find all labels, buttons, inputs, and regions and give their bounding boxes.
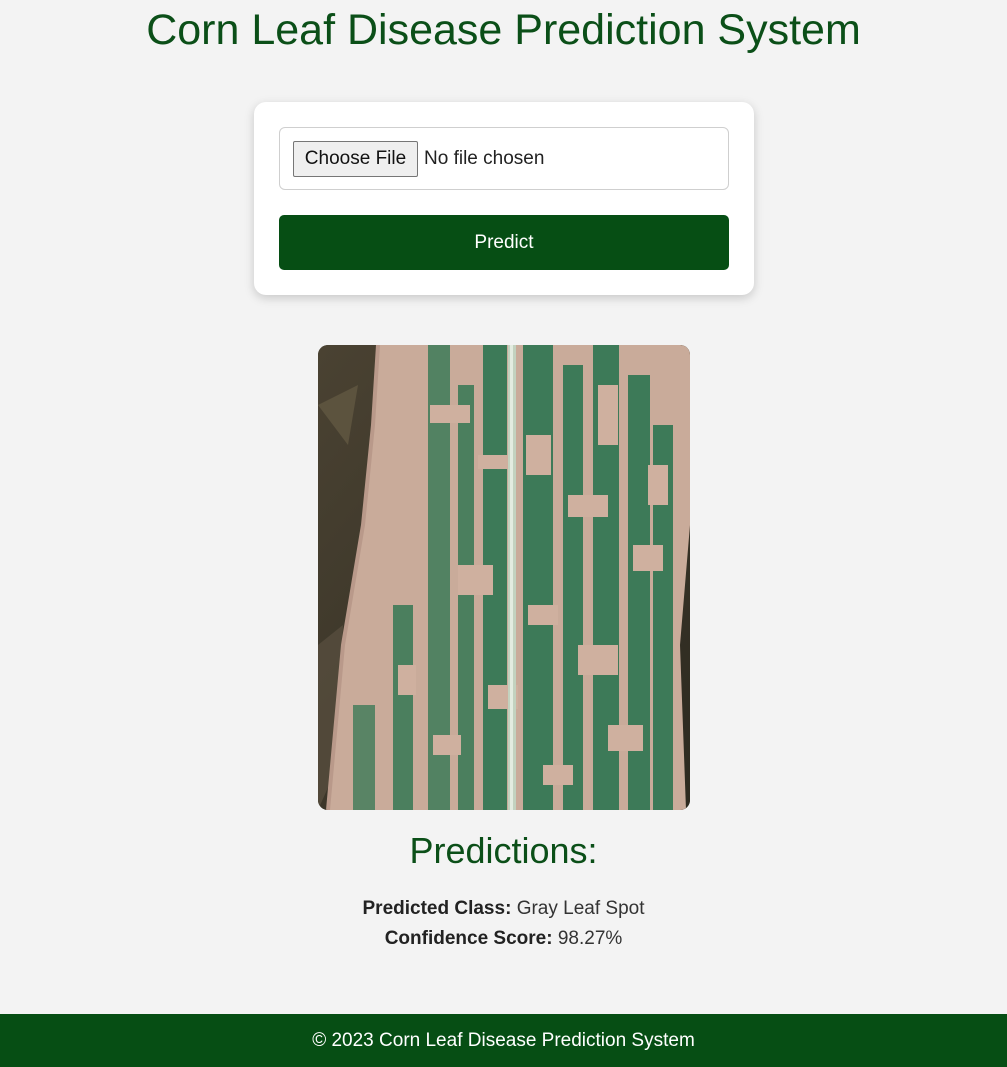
uploaded-leaf-image (318, 345, 690, 810)
leaf-photo (318, 345, 690, 810)
footer-text: © 2023 Corn Leaf Disease Prediction Syst… (312, 1030, 695, 1051)
predicted-class-label: Predicted Class: (362, 898, 512, 919)
confidence-score: Confidence Score: 98.27% (0, 926, 1007, 952)
footer: © 2023 Corn Leaf Disease Prediction Syst… (0, 1014, 1007, 1067)
page-title: Corn Leaf Disease Prediction System (146, 6, 861, 54)
choose-file-button[interactable]: Choose File (293, 141, 418, 177)
file-input[interactable]: Choose File No file chosen (279, 127, 729, 190)
predictions-heading: Predictions: (409, 830, 598, 871)
confidence-score-label: Confidence Score: (384, 928, 553, 949)
file-status-text: No file chosen (424, 148, 545, 169)
predicted-class-value: Gray Leaf Spot (516, 898, 645, 919)
confidence-score-value: 98.27% (557, 928, 623, 949)
predicted-class: Predicted Class: Gray Leaf Spot (0, 896, 1007, 922)
upload-card: Choose File No file chosen Predict (254, 102, 754, 295)
predict-button[interactable]: Predict (279, 215, 729, 270)
